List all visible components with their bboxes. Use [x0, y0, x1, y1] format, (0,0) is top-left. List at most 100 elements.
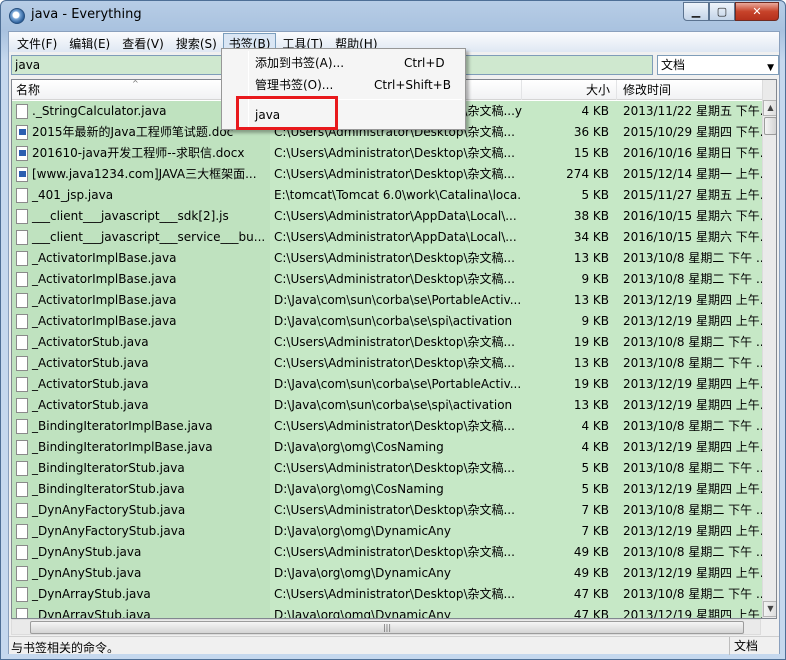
- row-name-cell: _DynArrayStub.java: [12, 605, 270, 618]
- table-row[interactable]: [www.java1234.com]JAVA三大框架面... C:\Users\A…: [12, 164, 762, 185]
- row-path-cell: C:\Users\Administrator\Desktop\杂文稿...: [274, 335, 515, 349]
- blank-file-icon: [16, 440, 28, 455]
- row-name-cell: _ActivatorStub.java: [12, 374, 270, 395]
- table-row[interactable]: _DynAnyFactoryStub.java D:\Java\org\omg\D…: [12, 521, 762, 542]
- result-rows: ._StringCalculator.javaC:\Users\Administ…: [12, 101, 762, 619]
- row-size-cell: 4 KB: [581, 104, 609, 118]
- row-date-cell: 2013/10/8 星期二 下午 ...: [623, 272, 762, 286]
- row-path-cell: C:\Users\Administrator\Desktop\杂文稿...: [274, 503, 515, 517]
- minimize-button[interactable]: ▁: [683, 2, 709, 21]
- row-date-cell: 2013/10/8 星期二 下午 ...: [623, 335, 762, 349]
- blank-file-icon: [16, 356, 28, 371]
- row-date-cell: 2013/12/19 星期四 上午...: [623, 398, 762, 412]
- menu-manage-bookmarks[interactable]: 管理书签(O)... Ctrl+Shift+B: [224, 74, 464, 96]
- word-doc-icon: [16, 125, 28, 140]
- row-date-cell: 2013/10/8 星期二 下午 ...: [623, 545, 762, 559]
- table-row[interactable]: _DynAnyStub.java D:\Java\org\omg\DynamicA…: [12, 563, 762, 584]
- filter-dropdown[interactable]: 文档 ▼: [657, 55, 779, 75]
- blank-file-icon: [16, 230, 28, 245]
- menu-edit[interactable]: 编辑(E): [63, 33, 116, 51]
- word-doc-icon: [16, 167, 28, 182]
- table-row[interactable]: _ActivatorStub.java D:\Java\com\sun\corba…: [12, 374, 762, 395]
- row-path-cell: C:\Users\Administrator\AppData\Local\...: [274, 209, 517, 223]
- row-name-cell: _ActivatorImplBase.java: [12, 269, 270, 290]
- row-size-cell: 49 KB: [573, 566, 609, 580]
- table-row[interactable]: _ActivatorImplBase.java C:\Users\Administ…: [12, 248, 762, 269]
- table-row[interactable]: _DynArrayStub.java D:\Java\org\omg\Dynami…: [12, 605, 762, 619]
- table-row[interactable]: _ActivatorStub.java D:\Java\com\sun\corba…: [12, 395, 762, 416]
- row-date-cell: 2013/10/8 星期二 下午 ...: [623, 587, 762, 601]
- row-name-cell: ___client___javascript___service___bu...: [12, 227, 270, 248]
- table-row[interactable]: _ActivatorImplBase.java C:\Users\Administ…: [12, 269, 762, 290]
- vertical-scrollbar[interactable]: ▲ ▼: [762, 80, 776, 618]
- table-row[interactable]: _DynArrayStub.java C:\Users\Administrator…: [12, 584, 762, 605]
- row-date-cell: 2013/12/19 星期四 上午...: [623, 293, 762, 307]
- horizontal-scroll-thumb[interactable]: |||: [30, 621, 744, 634]
- table-row[interactable]: _ActivatorStub.java C:\Users\Administrato…: [12, 332, 762, 353]
- row-name-cell: _401_jsp.java: [12, 185, 270, 206]
- row-date-cell: 2016/10/15 星期六 下午...: [623, 209, 762, 223]
- row-name-cell: _ActivatorStub.java: [12, 395, 270, 416]
- row-size-cell: 274 KB: [566, 167, 609, 181]
- table-row[interactable]: _ActivatorStub.java C:\Users\Administrato…: [12, 353, 762, 374]
- blank-file-icon: [16, 482, 28, 497]
- row-size-cell: 13 KB: [573, 356, 609, 370]
- table-row[interactable]: 201610-java开发工程师--求职信.docx C:\Users\Admin…: [12, 143, 762, 164]
- row-name-cell: ___client___javascript___sdk[2].js: [12, 206, 270, 227]
- status-bar: 与书签相关的命令。 文档: [9, 636, 779, 655]
- column-size-header[interactable]: 大小: [522, 80, 617, 100]
- table-row[interactable]: _BindingIteratorImplBase.java D:\Java\org…: [12, 437, 762, 458]
- table-row[interactable]: _DynAnyStub.java C:\Users\Administrator\D…: [12, 542, 762, 563]
- row-path-cell: C:\Users\Administrator\AppData\Local\...: [274, 230, 517, 244]
- column-date-label: 修改时间: [623, 83, 672, 97]
- sort-ascending-icon: ^: [132, 79, 139, 88]
- title-bar[interactable]: java - Everything ▁ ▢ ✕: [1, 1, 785, 31]
- row-size-cell: 5 KB: [581, 188, 609, 202]
- row-size-cell: 13 KB: [573, 251, 609, 265]
- scroll-down-button[interactable]: ▼: [763, 601, 776, 617]
- table-row[interactable]: _BindingIteratorStub.java C:\Users\Admini…: [12, 458, 762, 479]
- table-row[interactable]: _BindingIteratorStub.java D:\Java\org\omg…: [12, 479, 762, 500]
- row-name-cell: _BindingIteratorStub.java: [12, 458, 270, 479]
- column-name-label: 名称: [16, 83, 41, 97]
- blank-file-icon: [16, 293, 28, 308]
- horizontal-scrollbar[interactable]: |||: [11, 619, 761, 635]
- row-name-cell: _BindingIteratorImplBase.java: [12, 437, 270, 458]
- menu-view[interactable]: 查看(V): [116, 33, 170, 51]
- row-date-cell: 2013/12/19 星期四 上午...: [623, 608, 762, 619]
- menu-file[interactable]: 文件(F): [11, 33, 63, 51]
- row-path-cell: D:\Java\com\sun\corba\se\PortableActiv..…: [274, 293, 522, 307]
- vertical-scroll-thumb[interactable]: [764, 117, 776, 135]
- close-button[interactable]: ✕: [735, 2, 779, 21]
- menu-search[interactable]: 搜索(S): [170, 33, 223, 51]
- row-size-cell: 34 KB: [573, 230, 609, 244]
- row-date-cell: 2013/12/19 星期四 上午...: [623, 566, 762, 580]
- table-row[interactable]: ___client___javascript___service___bu...…: [12, 227, 762, 248]
- column-date-header[interactable]: 修改时间: [617, 80, 762, 100]
- table-row[interactable]: _401_jsp.java E:\tomcat\Tomcat 6.0\work\C…: [12, 185, 762, 206]
- row-date-cell: 2013/10/8 星期二 下午 ...: [623, 503, 762, 517]
- table-row[interactable]: _ActivatorImplBase.java D:\Java\com\sun\c…: [12, 311, 762, 332]
- row-date-cell: 2016/10/15 星期六 下午...: [623, 230, 762, 244]
- row-size-cell: 7 KB: [581, 503, 609, 517]
- maximize-button[interactable]: ▢: [709, 2, 735, 21]
- blank-file-icon: [16, 104, 28, 119]
- menu-add-bookmark[interactable]: 添加到书签(A)... Ctrl+D: [224, 52, 464, 74]
- window-controls: ▁ ▢ ✕: [683, 2, 779, 21]
- scroll-up-button[interactable]: ▲: [763, 100, 776, 116]
- row-path-cell: D:\Java\org\omg\DynamicAny: [274, 524, 451, 538]
- row-name-cell: _DynAnyFactoryStub.java: [12, 500, 270, 521]
- row-name-cell: _DynArrayStub.java: [12, 584, 270, 605]
- row-date-cell: 2013/10/8 星期二 下午 ...: [623, 461, 762, 475]
- row-name-cell: [www.java1234.com]JAVA三大框架面...: [12, 164, 270, 185]
- row-date-cell: 2015/10/29 星期四 下午...: [623, 125, 762, 139]
- row-path-cell: D:\Java\com\sun\corba\se\spi\activation: [274, 398, 513, 412]
- table-row[interactable]: _ActivatorImplBase.java D:\Java\com\sun\c…: [12, 290, 762, 311]
- row-size-cell: 47 KB: [573, 608, 609, 619]
- table-row[interactable]: _BindingIteratorImplBase.java C:\Users\Ad…: [12, 416, 762, 437]
- row-size-cell: 36 KB: [573, 125, 609, 139]
- row-path-cell: E:\tomcat\Tomcat 6.0\work\Catalina\loca.…: [274, 188, 522, 202]
- table-row[interactable]: _DynAnyFactoryStub.java C:\Users\Administ…: [12, 500, 762, 521]
- table-row[interactable]: ___client___javascript___sdk[2].js C:\Use…: [12, 206, 762, 227]
- row-date-cell: 2015/12/14 星期一 上午...: [623, 167, 762, 181]
